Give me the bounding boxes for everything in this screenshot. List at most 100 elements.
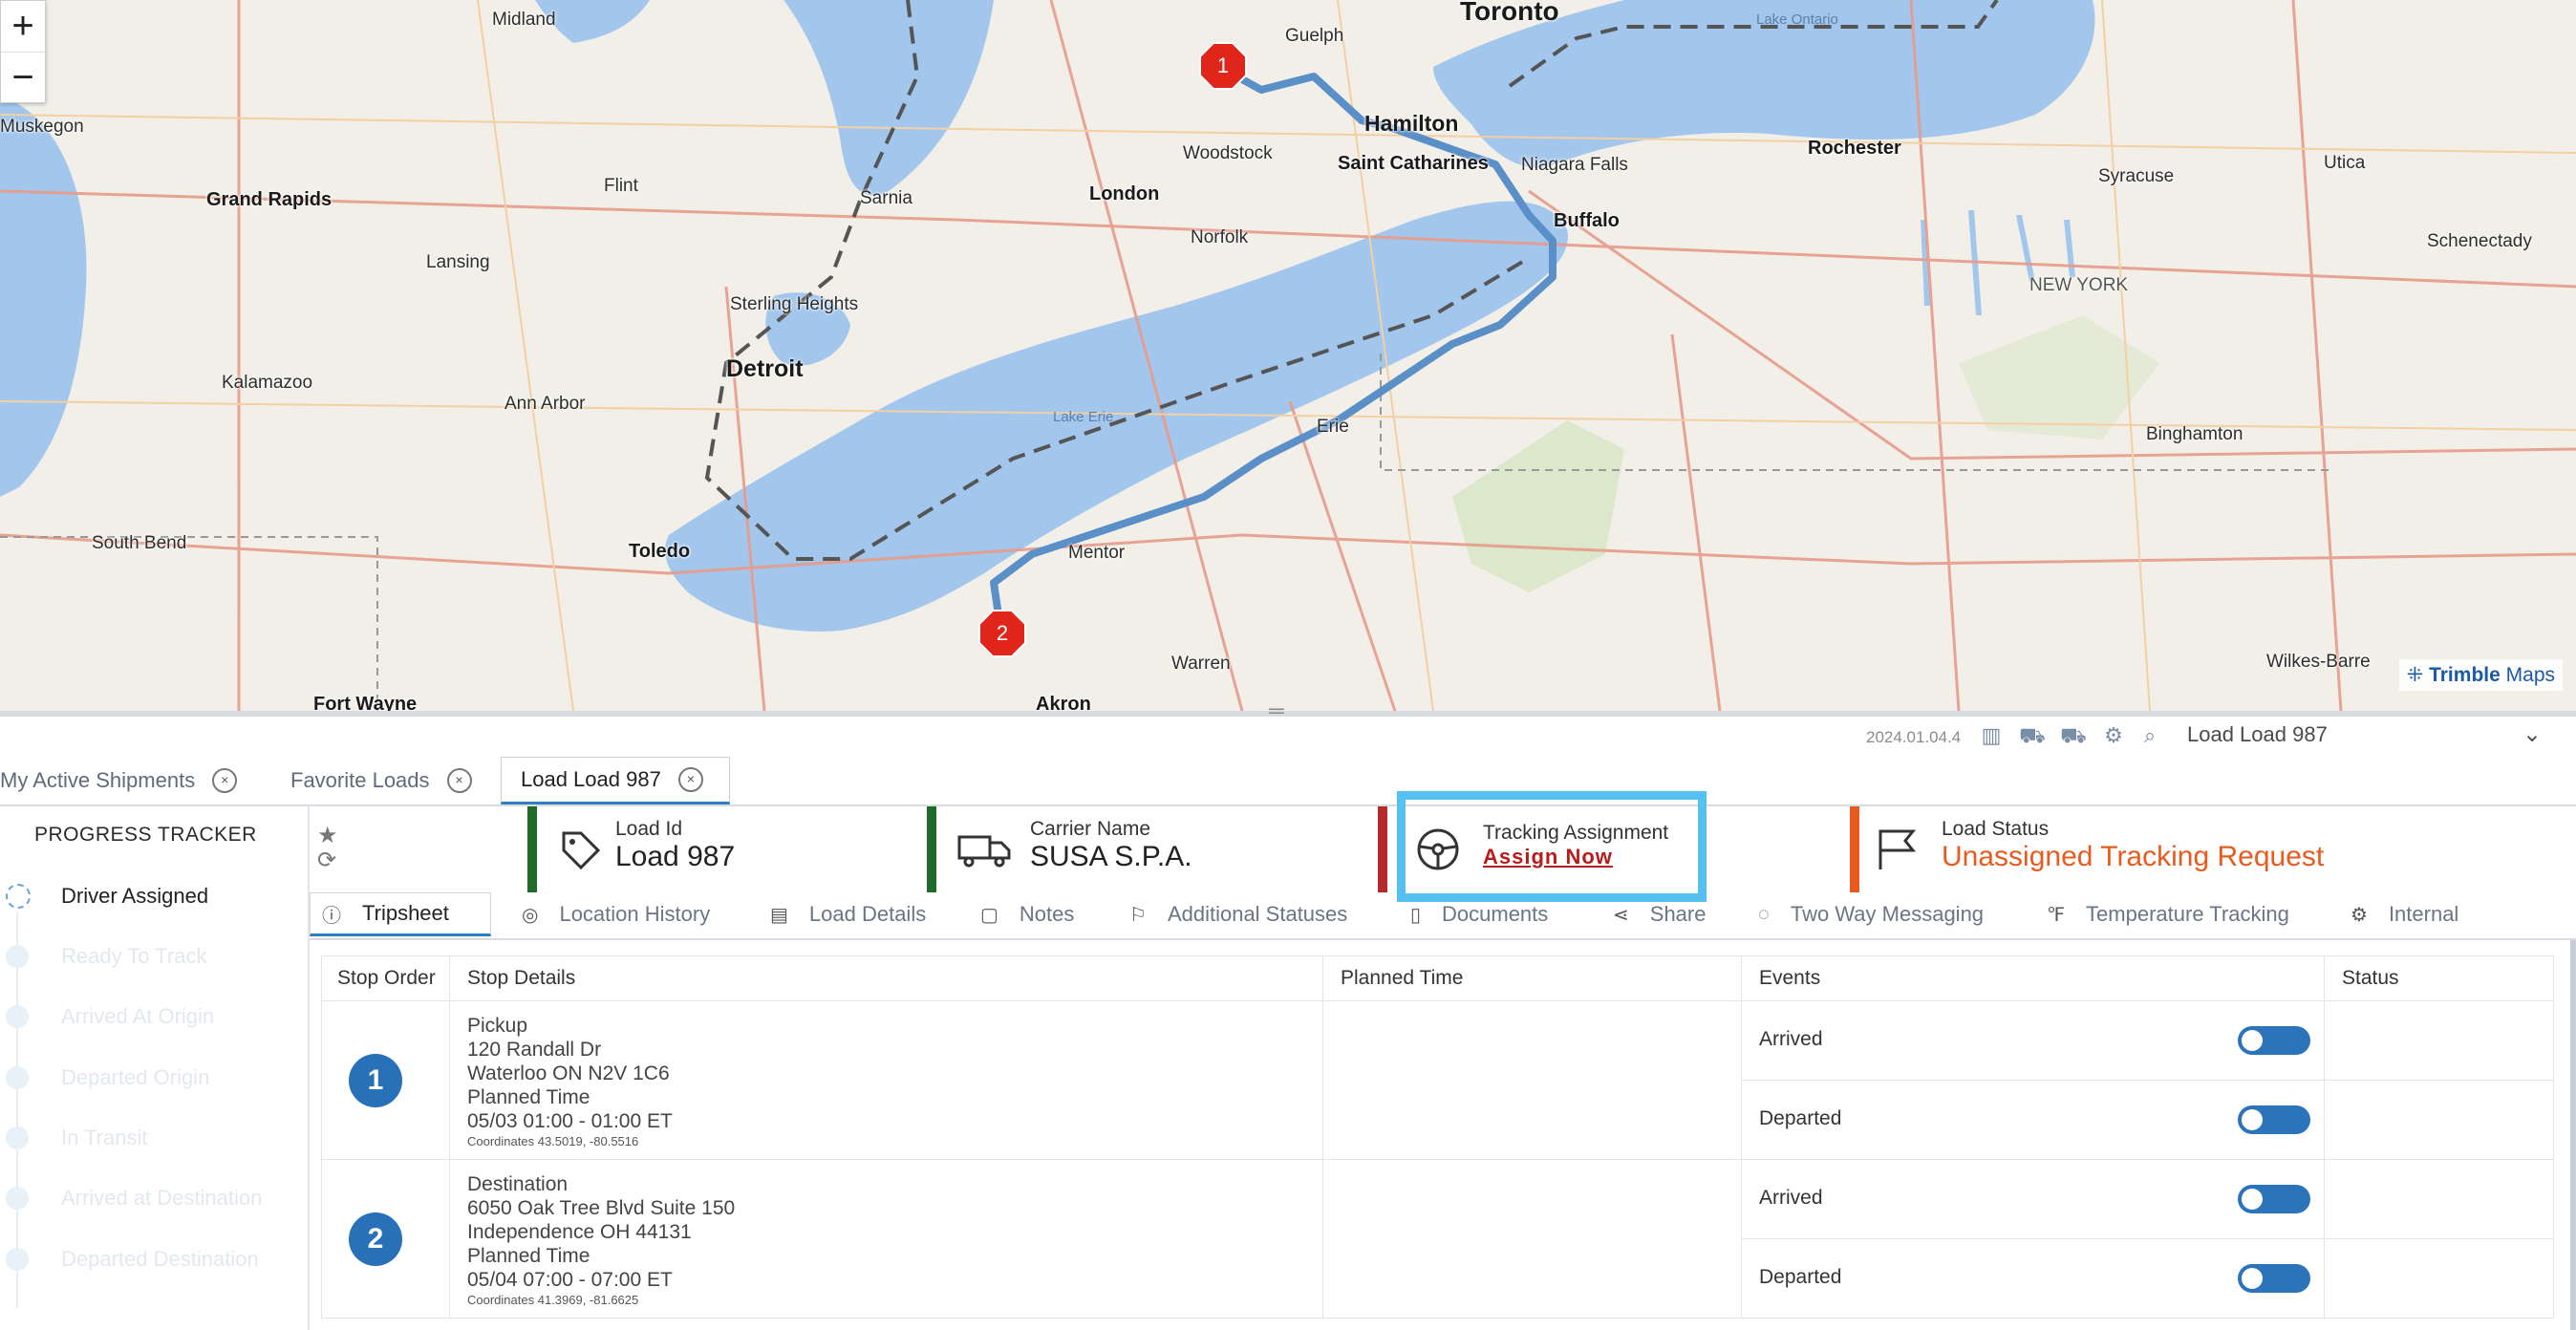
tab-location-history[interactable]: ◎ Location History — [522, 892, 710, 936]
stop-marker-2[interactable]: 2 — [978, 610, 1026, 657]
step-dot-icon — [6, 1005, 29, 1028]
map-city: South Bend — [92, 533, 187, 553]
column-header[interactable]: Stop Order — [321, 955, 450, 1001]
tab-share[interactable]: ⋖ Share — [1613, 892, 1706, 936]
attribution-brand: Trimble — [2429, 664, 2501, 686]
truck-icon[interactable]: ⛟ — [2060, 722, 2087, 749]
tab-label: Tripsheet — [362, 901, 449, 925]
map-city: Grand Rapids — [206, 189, 333, 210]
card-accent — [1378, 806, 1387, 892]
stop-order-cell: 2 — [321, 1159, 450, 1319]
tab-documents[interactable]: ▯ Documents — [1410, 892, 1548, 936]
map-city: Toronto — [1460, 0, 1559, 26]
load-status-label: Load Status — [1942, 818, 2050, 840]
map-city: Muskegon — [0, 117, 84, 137]
map-city: Detroit — [726, 355, 804, 382]
close-icon[interactable]: × — [677, 767, 703, 792]
carrier-value: SUSA S.P.A. — [1030, 841, 1192, 872]
panel-toolbar: 2024.01.04.4 ▥ ⛟ ⛟ ⚙ ⌕ Load Load 987 ⌄ — [0, 717, 2576, 755]
stop-marker-1[interactable]: 1 — [1199, 42, 1247, 90]
map-attribution[interactable]: ⁜ Trimble Maps — [2398, 659, 2563, 691]
info-icon: ⓘ — [322, 905, 341, 927]
chevron-down-icon[interactable]: ⌄ — [2522, 720, 2542, 748]
column-header[interactable]: Planned Time — [1322, 955, 1742, 1001]
planned-time-cell — [1322, 1159, 1742, 1319]
card-accent — [1850, 806, 1859, 892]
event-toggle[interactable] — [2238, 1185, 2310, 1213]
step-dot-icon — [6, 1187, 29, 1210]
tab-tripsheet[interactable]: ⓘ Tripsheet — [310, 892, 491, 936]
tab-internal[interactable]: ⚙ Internal — [2351, 892, 2458, 936]
tab-two-way-messaging[interactable]: ◌ Two Way Messaging — [1758, 892, 1984, 936]
refresh-icon[interactable]: ⟳ — [317, 848, 338, 873]
map-city: Guelph — [1285, 26, 1344, 46]
step-label: Driver Assigned — [61, 884, 209, 908]
note-icon: ▢ — [980, 904, 998, 926]
drag-handle-icon[interactable]: ═ — [1269, 700, 1284, 721]
map-city: Lansing — [426, 252, 490, 272]
zoom-out-button[interactable]: − — [1, 53, 45, 103]
flag-icon — [1878, 829, 1917, 869]
map-city: Ann Arbor — [504, 394, 586, 414]
column-header[interactable]: Status — [2324, 955, 2554, 1001]
stop-order-cell: 1 — [321, 1000, 450, 1160]
tab-label: Favorite Loads — [290, 768, 430, 792]
map-view[interactable]: Toronto Midland Guelph Muskegon Hamilton… — [0, 0, 2576, 711]
stop-type: Destination — [467, 1173, 569, 1195]
map-canvas[interactable] — [0, 0, 2576, 711]
step-label: Departed Destination — [61, 1247, 259, 1271]
status-cell — [2324, 1238, 2554, 1319]
truck-icon — [957, 835, 1011, 868]
location-icon: ◎ — [522, 904, 539, 926]
load-id-card: Load Id Load 987 — [527, 806, 910, 892]
tab-my-active-shipments[interactable]: My Active Shipments × — [0, 757, 256, 804]
tab-load-details[interactable]: ▤ Load Details — [770, 892, 926, 936]
stop-details-cell: Pickup 120 Randall Dr Waterloo ON N2V 1C… — [449, 1000, 1323, 1160]
step-label: Departed Origin — [61, 1065, 210, 1089]
step-dot-icon — [6, 884, 31, 909]
stop-address-line1: 120 Randall Dr — [467, 1039, 602, 1061]
table-row: 2 Destination 6050 Oak Tree Blvd Suite 1… — [321, 1159, 2554, 1319]
map-icon[interactable]: ▥ — [1978, 722, 2005, 749]
map-city: Sarnia — [860, 188, 912, 208]
table-row: 1 Pickup 120 Randall Dr Waterloo ON N2V … — [321, 1000, 2554, 1160]
load-id-label: Load Id — [615, 818, 683, 840]
tab-temperature-tracking[interactable]: ℉ Temperature Tracking — [2047, 892, 2289, 936]
load-status-value: Unassigned Tracking Request — [1942, 841, 2325, 872]
tag-icon — [562, 831, 601, 870]
favorite-controls: ★ ⟳ — [317, 824, 338, 873]
tracker-title: PROGRESS TRACKER — [34, 824, 257, 846]
tab-favorite-loads[interactable]: Favorite Loads × — [290, 757, 491, 804]
shipment-tabs: My Active Shipments × Favorite Loads × L… — [0, 757, 2576, 806]
map-city: Niagara Falls — [1521, 155, 1628, 175]
tab-additional-statuses[interactable]: ⚐ Additional Statuses — [1129, 892, 1347, 936]
map-city: Flint — [604, 176, 638, 196]
truck-route-icon[interactable]: ⛟ — [2019, 722, 2046, 749]
column-header[interactable]: Events — [1741, 955, 2325, 1001]
app-version: 2024.01.04.4 — [1866, 728, 1962, 746]
settings-icon[interactable]: ⚙ — [2100, 722, 2127, 749]
tab-label: Internal — [2388, 902, 2459, 926]
zoom-in-button[interactable]: + — [1, 1, 45, 53]
event-toggle[interactable] — [2238, 1105, 2310, 1134]
zoom-icon[interactable]: ⌕ — [2136, 722, 2163, 749]
map-lake: Lake Ontario — [1756, 11, 1838, 28]
document-icon: ▯ — [1410, 904, 1422, 926]
close-icon[interactable]: × — [446, 768, 472, 793]
tab-label: Load Details — [808, 902, 927, 926]
event-label: Arrived — [1759, 1028, 1823, 1050]
event-cell: Departed — [1741, 1238, 2325, 1319]
map-zoom-control: + − — [0, 0, 46, 103]
star-icon[interactable]: ★ — [317, 824, 338, 848]
event-toggle[interactable] — [2238, 1026, 2310, 1055]
column-header[interactable]: Stop Details — [449, 955, 1323, 1001]
planned-time-value: 05/04 07:00 - 07:00 ET — [467, 1269, 673, 1291]
card-accent — [927, 806, 936, 892]
tab-load-987[interactable]: Load Load 987 × — [501, 757, 730, 804]
vertical-scrollbar[interactable] — [2570, 940, 2576, 1330]
tab-notes[interactable]: ▢ Notes — [980, 892, 1074, 936]
map-city: Utica — [2324, 153, 2366, 173]
tripsheet-table: Stop Order Stop Details Planned Time Eve… — [321, 955, 2554, 1319]
event-toggle[interactable] — [2238, 1264, 2310, 1293]
close-icon[interactable]: × — [212, 768, 238, 793]
